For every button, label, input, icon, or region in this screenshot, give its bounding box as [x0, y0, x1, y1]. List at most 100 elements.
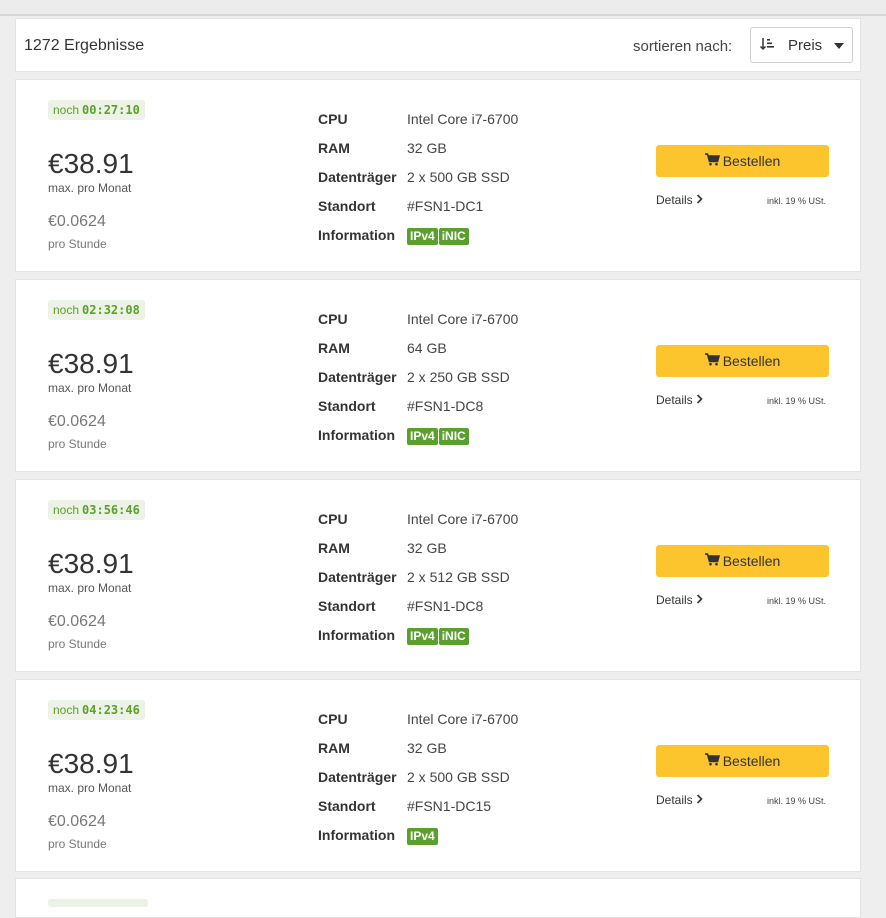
- monthly-price: €38.91: [48, 148, 134, 179]
- ipv4-badge: IPv4: [407, 228, 438, 245]
- feature-badges: IPv4 iNIC: [407, 228, 470, 246]
- inic-badge: iNIC: [438, 228, 469, 245]
- vat-note: inkl. 19 % USt.: [767, 796, 827, 806]
- results-count: 1272 Ergebnisse: [24, 37, 145, 54]
- hourly-price-label: pro Stunde: [48, 637, 107, 651]
- hourly-price: €0.0624: [48, 213, 106, 230]
- order-button[interactable]: Bestellen: [656, 145, 829, 177]
- hourly-price-label: pro Stunde: [48, 837, 107, 851]
- order-button-label: Bestellen: [722, 553, 781, 569]
- cpu-label: CPU: [318, 111, 348, 127]
- cpu-value: Intel Core i7-6700: [407, 711, 519, 727]
- sort-dropdown[interactable]: Preis: [750, 27, 853, 63]
- information-label: Information: [318, 427, 395, 443]
- chevron-right-icon: [696, 593, 703, 607]
- sort-label: sortieren nach:: [633, 38, 733, 55]
- countdown-timer: noch 02:32:08: [48, 300, 145, 320]
- feature-badges: IPv4: [407, 828, 439, 846]
- cpu-label: CPU: [318, 511, 348, 527]
- order-button-label: Bestellen: [722, 153, 781, 169]
- monthly-price-label: max. pro Monat: [48, 381, 132, 395]
- details-label: Details: [656, 193, 693, 207]
- location-label: Standort: [318, 398, 376, 414]
- feature-badges: IPv4 iNIC: [407, 628, 470, 646]
- hourly-price: €0.0624: [48, 413, 106, 430]
- details-link[interactable]: Details: [656, 793, 703, 807]
- order-button[interactable]: Bestellen: [656, 345, 829, 377]
- hourly-price: €0.0624: [48, 613, 106, 630]
- cpu-value: Intel Core i7-6700: [407, 311, 519, 327]
- storage-value: 2 x 250 GB SSD: [407, 369, 510, 385]
- storage-value: 2 x 500 GB SSD: [407, 769, 510, 785]
- ram-value: 32 GB: [407, 140, 447, 156]
- storage-label: Datenträger: [318, 769, 397, 785]
- information-label: Information: [318, 227, 395, 243]
- ram-label: RAM: [318, 740, 350, 756]
- details-link[interactable]: Details: [656, 193, 703, 207]
- shopping-cart-icon: [704, 545, 720, 577]
- order-button-label: Bestellen: [722, 753, 781, 769]
- feature-badges: IPv4 iNIC: [407, 428, 470, 446]
- ram-label: RAM: [318, 540, 350, 556]
- details-link[interactable]: Details: [656, 393, 703, 407]
- storage-label: Datenträger: [318, 169, 397, 185]
- monthly-price-label: max. pro Monat: [48, 781, 132, 795]
- timer-value: 02:32:08: [82, 303, 140, 317]
- ipv4-badge: IPv4: [407, 628, 438, 645]
- countdown-timer: [48, 899, 148, 907]
- cpu-value: Intel Core i7-6700: [407, 511, 519, 527]
- timer-value: 00:27:10: [82, 103, 140, 117]
- ram-value: 64 GB: [407, 340, 447, 356]
- information-label: Information: [318, 827, 395, 843]
- countdown-timer: noch 00:27:10: [48, 100, 145, 120]
- ipv4-badge: IPv4: [407, 828, 438, 845]
- order-button[interactable]: Bestellen: [656, 745, 829, 777]
- shopping-cart-icon: [704, 345, 720, 377]
- hourly-price-label: pro Stunde: [48, 437, 107, 451]
- inic-badge: iNIC: [438, 628, 469, 645]
- server-card: noch 04:23:46 €38.91 max. pro Monat €0.06…: [15, 679, 861, 872]
- location-value: #FSN1-DC8: [407, 598, 484, 614]
- ram-label: RAM: [318, 140, 350, 156]
- monthly-price: €38.91: [48, 748, 134, 779]
- server-card: noch 03:56:46 €38.91 max. pro Monat €0.06…: [15, 479, 861, 672]
- storage-label: Datenträger: [318, 569, 397, 585]
- sort-value: Preis: [788, 37, 823, 54]
- cpu-label: CPU: [318, 711, 348, 727]
- server-card: noch 02:32:08 €38.91 max. pro Monat €0.06…: [15, 279, 861, 472]
- location-label: Standort: [318, 798, 376, 814]
- details-label: Details: [656, 793, 693, 807]
- ram-value: 32 GB: [407, 540, 447, 556]
- countdown-timer: noch 04:23:46: [48, 700, 145, 720]
- vat-note: inkl. 19 % USt.: [767, 196, 827, 206]
- chevron-right-icon: [696, 193, 703, 207]
- ram-label: RAM: [318, 340, 350, 356]
- ipv4-badge: IPv4: [407, 428, 438, 445]
- details-link[interactable]: Details: [656, 593, 703, 607]
- monthly-price: €38.91: [48, 348, 134, 379]
- countdown-timer: noch 03:56:46: [48, 500, 145, 520]
- chevron-right-icon: [696, 393, 703, 407]
- order-button-label: Bestellen: [722, 353, 781, 369]
- location-value: #FSN1-DC15: [407, 798, 492, 814]
- hourly-price: €0.0624: [48, 813, 106, 830]
- storage-value: 2 x 512 GB SSD: [407, 569, 510, 585]
- monthly-price-label: max. pro Monat: [48, 181, 132, 195]
- hourly-price-label: pro Stunde: [48, 237, 107, 251]
- sort-amount-down-icon: [759, 36, 775, 57]
- monthly-price: €38.91: [48, 548, 134, 579]
- details-label: Details: [656, 593, 693, 607]
- monthly-price-label: max. pro Monat: [48, 581, 132, 595]
- order-button[interactable]: Bestellen: [656, 545, 829, 577]
- details-label: Details: [656, 393, 693, 407]
- chevron-right-icon: [696, 793, 703, 807]
- results-toolbar: 1272 Ergebnisse sortieren nach: Preis: [15, 18, 861, 72]
- top-bar: [0, 0, 886, 16]
- cpu-label: CPU: [318, 311, 348, 327]
- inic-badge: iNIC: [438, 428, 469, 445]
- storage-label: Datenträger: [318, 369, 397, 385]
- location-value: #FSN1-DC1: [407, 198, 484, 214]
- information-label: Information: [318, 627, 395, 643]
- storage-value: 2 x 500 GB SSD: [407, 169, 510, 185]
- caret-down-icon: [834, 43, 844, 49]
